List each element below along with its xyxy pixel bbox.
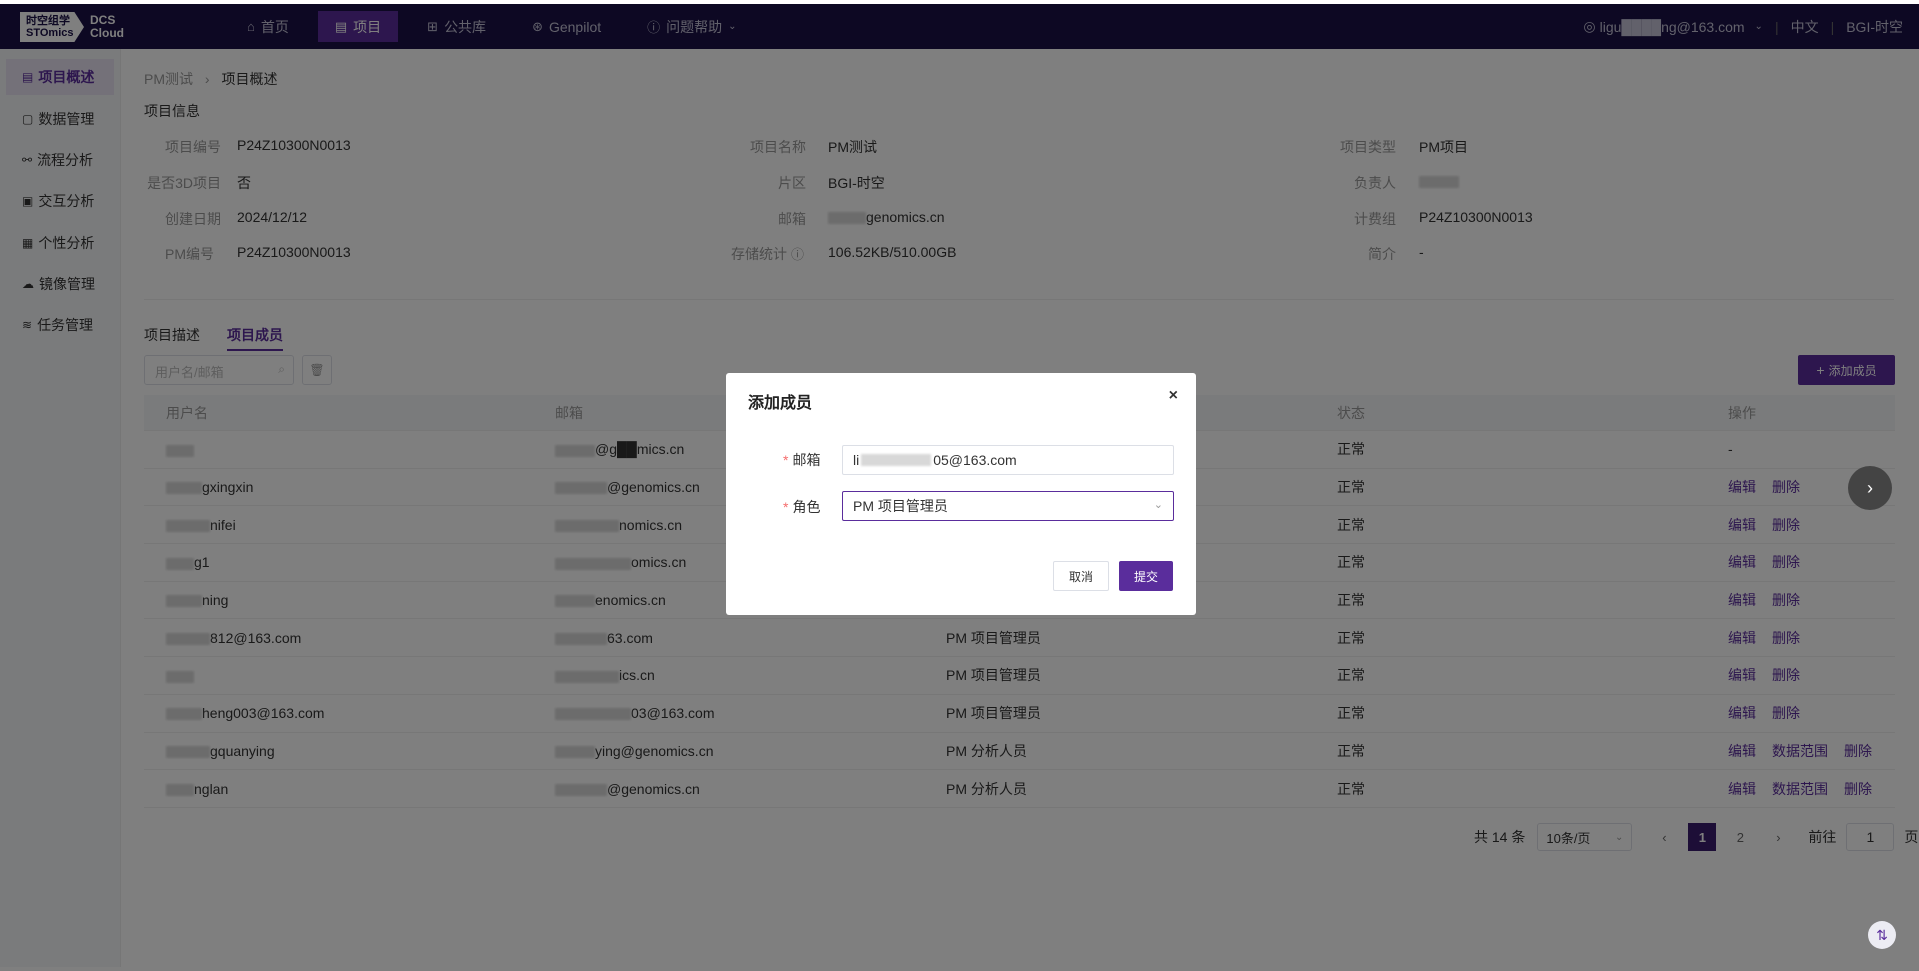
close-icon[interactable]: × [1169,387,1178,405]
required-mark: * [783,452,789,468]
cancel-button[interactable]: 取消 [1053,561,1109,591]
scroll-toggle-button[interactable]: ⇅ [1868,921,1896,949]
sort-arrows-icon: ⇅ [1876,926,1888,943]
app-root: 时空组学 STOmics DCS Cloud ⌂首页 ▤项目 ⊞公共库 ⊛Gen… [0,4,1919,971]
chevron-right-icon: › [1867,477,1873,498]
expand-arrow-button[interactable]: › [1848,466,1892,510]
required-mark: * [783,499,789,515]
role-select[interactable]: PM 项目管理员 ⌄ [842,491,1174,521]
chevron-down-icon: ⌄ [1153,499,1163,511]
email-field[interactable]: li 05@163.com [842,445,1174,475]
redacted-text [861,454,932,466]
add-member-dialog: 添加成员 × * 邮箱 li 05@163.com * 角色 PM 项目管理员 ⌄ 取… [726,373,1196,615]
dialog-title: 添加成员 [748,395,813,412]
role-label: * 角色 [783,499,821,515]
submit-button[interactable]: 提交 [1119,561,1173,591]
email-label: * 邮箱 [783,452,821,468]
